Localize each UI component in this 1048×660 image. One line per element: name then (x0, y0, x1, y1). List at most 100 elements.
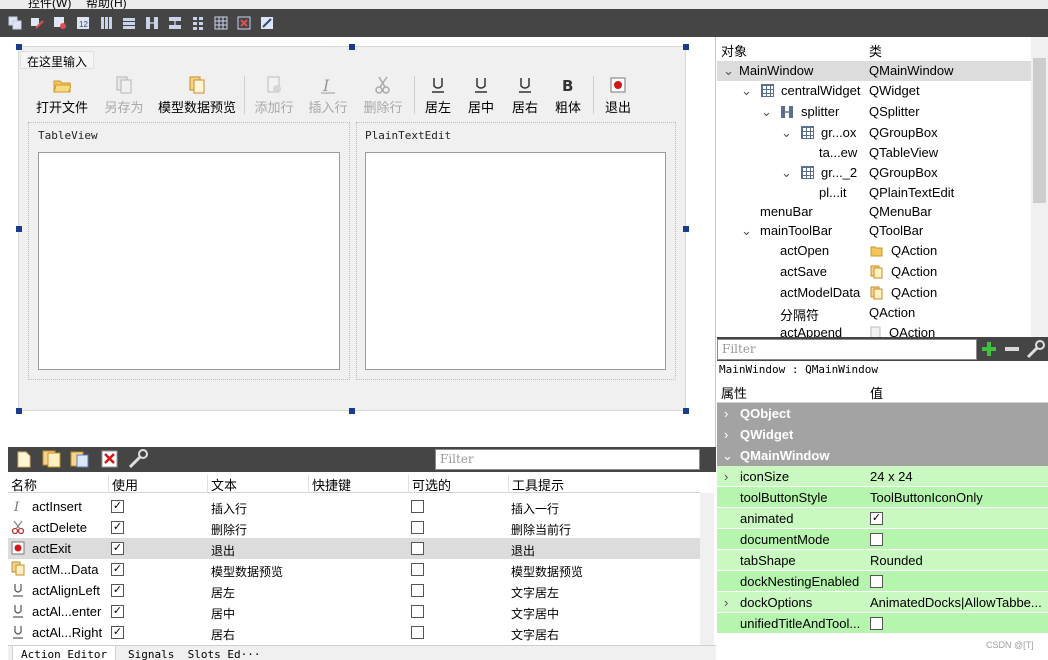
tree-row[interactable]: ⌄ gr...ox QGroupBox (717, 123, 1031, 143)
property-row[interactable]: toolButtonStyle ToolButtonIconOnly (717, 487, 1048, 508)
configure-icon[interactable] (128, 449, 150, 469)
tree-row[interactable]: menuBar QMenuBar (717, 202, 1031, 222)
adjust-size-icon[interactable] (260, 16, 274, 30)
chevron-right-icon[interactable]: › (724, 406, 728, 421)
toolbar-align-center[interactable]: 居中 (467, 76, 495, 118)
column-header[interactable]: 工具提示 (508, 475, 564, 493)
edit-signals-icon[interactable] (30, 16, 44, 30)
action-table-scrollbar[interactable] (700, 493, 714, 645)
category-qwidget[interactable]: › QWidget (717, 424, 1048, 445)
toolbar-open-file[interactable]: 打开文件 (36, 76, 88, 118)
resize-handle[interactable] (683, 408, 689, 414)
column-header[interactable]: 文本 (207, 475, 237, 493)
edit-buddies-icon[interactable] (53, 16, 67, 30)
used-checkbox[interactable]: ✓ (111, 605, 124, 618)
column-header[interactable]: 值 (870, 383, 883, 402)
action-row-selected[interactable]: actExit ✓ 退出 退出 (8, 538, 700, 559)
toolbar-add-row[interactable]: 添加行 (254, 76, 294, 118)
chevron-down-icon[interactable]: ⌄ (722, 448, 733, 464)
resize-handle[interactable] (683, 226, 689, 232)
break-layout-icon[interactable] (237, 16, 251, 30)
layout-h-splitter-icon[interactable] (145, 16, 159, 30)
toolbar-bold[interactable]: B 粗体 (554, 76, 582, 118)
toolbar-align-right[interactable]: 居右 (511, 76, 539, 118)
used-checkbox[interactable]: ✓ (111, 542, 124, 555)
layout-horizontal-icon[interactable] (99, 16, 113, 30)
tree-row[interactable]: ⌄ splitter QSplitter (717, 102, 1031, 122)
wrench-icon[interactable] (1026, 339, 1046, 359)
chevron-right-icon[interactable]: › (724, 595, 728, 610)
tree-row[interactable]: ⌄ mainToolBar QToolBar (717, 221, 1031, 241)
menu-controls[interactable]: 控件(W) (28, 0, 71, 9)
plus-icon[interactable] (981, 341, 997, 357)
toolbar-delete-row[interactable]: 删除行 (363, 76, 403, 118)
property-checkbox[interactable] (870, 575, 883, 588)
column-header[interactable]: 可选的 (408, 475, 451, 493)
tree-row[interactable]: actOpen QAction (717, 241, 1031, 261)
used-checkbox[interactable]: ✓ (111, 584, 124, 597)
scrollbar-thumb[interactable] (1033, 58, 1046, 203)
used-checkbox[interactable]: ✓ (111, 626, 124, 639)
tree-row[interactable]: ta...ew QTableView (717, 143, 1031, 163)
property-value[interactable]: 24 x 24 (870, 469, 913, 484)
property-checkbox[interactable] (870, 533, 883, 546)
copy-action-icon[interactable] (42, 450, 62, 468)
action-row[interactable]: actM...Data ✓ 模型数据预览 模型数据预览 (8, 559, 700, 580)
chevron-right-icon[interactable]: › (724, 469, 728, 484)
edit-widgets-icon[interactable] (8, 16, 22, 30)
column-header[interactable]: 快捷键 (308, 475, 351, 493)
checkable-checkbox[interactable] (411, 584, 424, 597)
resize-handle[interactable] (349, 408, 355, 414)
property-checkbox[interactable] (870, 617, 883, 630)
resize-handle[interactable] (16, 44, 22, 50)
action-row[interactable]: I actInsert ✓ 插入行 插入一行 (8, 496, 700, 517)
layout-form-icon[interactable] (191, 16, 205, 30)
new-action-icon[interactable] (16, 451, 32, 468)
property-value[interactable]: AnimatedDocks|AllowTabbe... (870, 595, 1046, 610)
property-row[interactable]: documentMode (717, 529, 1048, 550)
table-view[interactable] (38, 152, 340, 370)
chevron-down-icon[interactable]: ⌄ (723, 63, 734, 79)
toolbar-save-as[interactable]: 另存为 (104, 76, 144, 118)
tree-row[interactable]: ⌄ gr..._2 QGroupBox (717, 163, 1031, 183)
property-row[interactable]: › dockOptions AnimatedDocks|AllowTabbe..… (717, 592, 1048, 613)
action-row[interactable]: actAl...enter ✓ 居中 文字居中 (8, 601, 700, 622)
menu-help[interactable]: 帮助(H) (86, 0, 127, 9)
chevron-down-icon[interactable]: ⌄ (761, 104, 772, 120)
plain-text-edit[interactable] (365, 152, 666, 370)
layout-vertical-icon[interactable] (122, 16, 136, 30)
chevron-down-icon[interactable]: ⌄ (741, 223, 752, 239)
chevron-down-icon[interactable]: ⌄ (741, 83, 752, 99)
checkable-checkbox[interactable] (411, 605, 424, 618)
property-row[interactable]: unifiedTitleAndTool... (717, 613, 1048, 634)
resize-handle[interactable] (683, 44, 689, 50)
property-row[interactable]: animated ✓ (717, 508, 1048, 529)
tree-row-selected[interactable]: ⌄ MainWindow QMainWindow (717, 61, 1031, 81)
action-row[interactable]: actAl...Right ✓ 居右 文字居右 (8, 622, 700, 643)
checkable-checkbox[interactable] (411, 563, 424, 576)
tree-row[interactable]: actAppend QAction (717, 323, 1031, 337)
category-qmainwindow[interactable]: ⌄ QMainWindow (717, 445, 1048, 466)
checkable-checkbox[interactable] (411, 542, 424, 555)
edit-tab-order-icon[interactable]: 12 (76, 16, 90, 30)
column-header[interactable]: 类 (869, 41, 882, 60)
chevron-right-icon[interactable]: › (724, 427, 728, 442)
resize-handle[interactable] (16, 226, 22, 232)
column-header[interactable]: 属性 (721, 383, 747, 402)
checkable-checkbox[interactable] (411, 500, 424, 513)
minus-icon[interactable] (1004, 341, 1020, 357)
category-qobject[interactable]: › QObject (717, 403, 1048, 424)
toolbar-exit[interactable]: 退出 (604, 76, 632, 118)
toolbar-align-left[interactable]: 居左 (424, 76, 452, 118)
layout-grid-icon[interactable] (214, 16, 228, 30)
delete-action-icon[interactable] (101, 450, 119, 468)
toolbar-model-preview[interactable]: 模型数据预览 (158, 76, 236, 118)
tab-signals-slots[interactable]: Signals _Slots Ed··· (120, 646, 268, 660)
property-row[interactable]: › iconSize 24 x 24 (717, 466, 1048, 487)
layout-v-splitter-icon[interactable] (168, 16, 182, 30)
toolbar-insert-row[interactable]: I 插入行 (308, 76, 348, 118)
property-value[interactable]: ToolButtonIconOnly (870, 490, 983, 505)
resize-handle[interactable] (349, 44, 355, 50)
used-checkbox[interactable]: ✓ (111, 521, 124, 534)
property-filter-input[interactable]: Filter (717, 339, 977, 360)
